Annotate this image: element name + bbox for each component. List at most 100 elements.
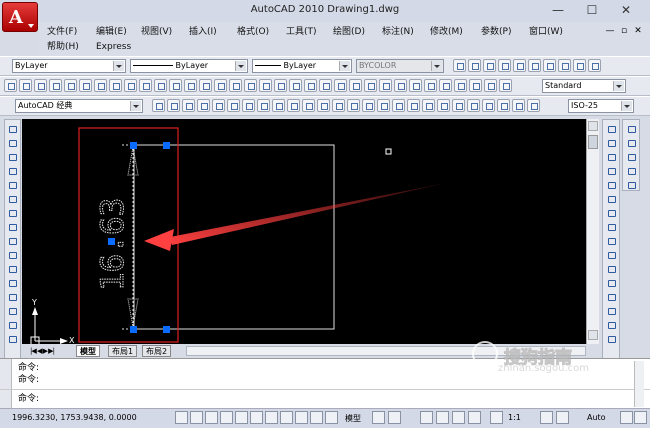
workspace-combo[interactable]: AutoCAD 经典 [15, 99, 143, 113]
side-tool-icon[interactable] [6, 291, 19, 303]
status-toggle-icon[interactable] [280, 411, 293, 424]
toolbar-tool-icon[interactable] [332, 99, 345, 112]
side-tool-icon[interactable] [605, 305, 618, 317]
toolbar-tool-icon[interactable] [317, 99, 330, 112]
menu-insert[interactable]: 插入(I) [189, 26, 217, 38]
status-toggle-icon[interactable] [620, 411, 633, 424]
toolbar-tool-icon[interactable] [152, 99, 165, 112]
side-tool-icon[interactable] [605, 319, 618, 331]
color-combo[interactable]: ByLayer [130, 59, 248, 73]
tab-nav-icon[interactable]: |◀ ◀ ▶ ▶| [30, 347, 55, 355]
command-prompt[interactable]: 命令: [18, 393, 39, 405]
mdi-restore-button[interactable]: ▫ [618, 25, 630, 37]
toolbar-tool-icon[interactable] [79, 79, 92, 92]
toolbar-tool-icon[interactable] [484, 79, 497, 92]
toolbar-tool-icon[interactable] [109, 79, 122, 92]
close-button[interactable]: ✕ [616, 2, 636, 18]
tab-layout1[interactable]: 布局1 [108, 345, 138, 357]
toolbar-tool-icon[interactable] [497, 99, 510, 112]
menu-window[interactable]: 窗口(W) [529, 26, 563, 38]
status-toggle-icon[interactable] [634, 411, 647, 424]
toolbar-tool-icon[interactable] [364, 79, 377, 92]
side-tool-icon[interactable] [6, 193, 19, 205]
toolbar-tool-icon[interactable] [362, 99, 375, 112]
status-toggle-icon[interactable] [452, 411, 465, 424]
status-toggle-icon[interactable] [388, 411, 401, 424]
side-tool-icon[interactable] [625, 123, 638, 135]
side-tool-icon[interactable] [625, 165, 638, 177]
toolbar-tool-icon[interactable] [437, 99, 450, 112]
plotstyle-combo[interactable]: BYCOLOR [356, 59, 444, 73]
grip[interactable] [163, 326, 170, 333]
side-tool-icon[interactable] [6, 319, 19, 331]
toolbar-tool-icon[interactable] [34, 79, 47, 92]
toolbar-tool-icon[interactable] [349, 79, 362, 92]
toolbar-tool-icon[interactable] [394, 79, 407, 92]
menu-express[interactable]: Express [96, 41, 131, 53]
toolbar-tool-icon[interactable] [392, 99, 405, 112]
grip[interactable] [163, 142, 170, 149]
toolbar-tool-icon[interactable] [139, 79, 152, 92]
drawing-canvas[interactable]: 16.63 Y X [22, 119, 586, 344]
mdi-minimize-button[interactable]: — [604, 25, 616, 37]
toolbar-tool-icon[interactable] [573, 59, 586, 72]
toolbar-tool-icon[interactable] [124, 79, 137, 92]
menu-draw[interactable]: 绘图(D) [333, 26, 365, 38]
toolbar-tool-icon[interactable] [154, 79, 167, 92]
toolbar-tool-icon[interactable] [229, 79, 242, 92]
menu-help[interactable]: 帮助(H) [47, 41, 79, 53]
toolbar-tool-icon[interactable] [467, 99, 480, 112]
toolbar-tool-icon[interactable] [469, 79, 482, 92]
toolbar-tool-icon[interactable] [424, 79, 437, 92]
side-tool-icon[interactable] [6, 305, 19, 317]
side-tool-icon[interactable] [625, 137, 638, 149]
side-tool-icon[interactable] [605, 137, 618, 149]
status-toggle-icon[interactable] [372, 411, 385, 424]
side-tool-icon[interactable] [605, 151, 618, 163]
toolbar-tool-icon[interactable] [182, 99, 195, 112]
toolbar-tool-icon[interactable] [242, 99, 255, 112]
grip[interactable] [130, 326, 137, 333]
menu-file[interactable]: 文件(F) [47, 26, 77, 38]
side-tool-icon[interactable] [605, 235, 618, 247]
toolbar-tool-icon[interactable] [558, 59, 571, 72]
menu-edit[interactable]: 编辑(E) [96, 26, 127, 38]
toolbar-tool-icon[interactable] [407, 99, 420, 112]
toolbar-tool-icon[interactable] [512, 99, 525, 112]
toolbar-tool-icon[interactable] [274, 79, 287, 92]
side-tool-icon[interactable] [625, 151, 638, 163]
status-toggle-icon[interactable] [436, 411, 449, 424]
status-toggle-icon[interactable] [250, 411, 263, 424]
menu-tools[interactable]: 工具(T) [286, 26, 317, 38]
menu-dimension[interactable]: 标注(N) [382, 26, 414, 38]
side-tool-icon[interactable] [605, 263, 618, 275]
side-tool-icon[interactable] [6, 263, 19, 275]
toolbar-tool-icon[interactable] [468, 59, 481, 72]
status-toggle-icon[interactable] [325, 411, 338, 424]
toolbar-tool-icon[interactable] [287, 99, 300, 112]
toolbar-tool-icon[interactable] [422, 99, 435, 112]
dim-style-combo[interactable]: ISO-25 [568, 99, 634, 113]
toolbar-tool-icon[interactable] [212, 99, 225, 112]
side-tool-icon[interactable] [6, 221, 19, 233]
status-toggle-icon[interactable] [490, 411, 503, 424]
tab-layout2[interactable]: 布局2 [142, 345, 172, 357]
toolbar-tool-icon[interactable] [483, 59, 496, 72]
status-toggle-icon[interactable] [175, 411, 188, 424]
toolbar-tool-icon[interactable] [498, 59, 511, 72]
toolbar-tool-icon[interactable] [227, 99, 240, 112]
menu-modify[interactable]: 修改(M) [430, 26, 463, 38]
toolbar-tool-icon[interactable] [197, 99, 210, 112]
vertical-scrollbar[interactable] [586, 119, 599, 344]
toolbar-tool-icon[interactable] [588, 59, 601, 72]
command-window[interactable]: 命令: 命令: 命令: 搜狗指南 zhinan.sogou.com [0, 341, 650, 409]
status-toggle-icon[interactable] [235, 411, 248, 424]
toolbar-tool-icon[interactable] [482, 99, 495, 112]
side-tool-icon[interactable] [605, 291, 618, 303]
side-tool-icon[interactable] [605, 123, 618, 135]
toolbar-tool-icon[interactable] [64, 79, 77, 92]
toolbar-tool-icon[interactable] [452, 99, 465, 112]
toolbar-tool-icon[interactable] [409, 79, 422, 92]
toolbar-tool-icon[interactable] [302, 99, 315, 112]
grip[interactable] [108, 238, 115, 245]
